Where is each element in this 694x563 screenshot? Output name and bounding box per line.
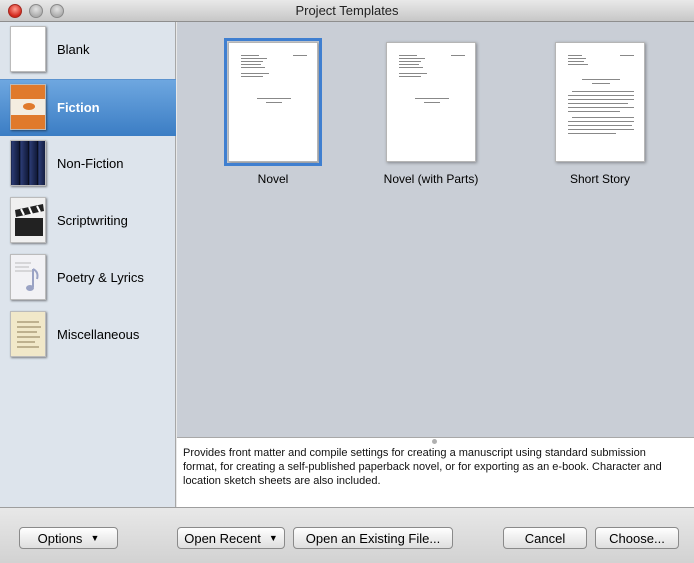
manuscript-page-icon bbox=[386, 42, 476, 162]
template-grid: Novel Novel (with Parts) Short Story bbox=[177, 22, 694, 437]
options-button-label: Options bbox=[37, 530, 83, 546]
sidebar-item-label: Poetry & Lyrics bbox=[57, 270, 144, 285]
clapperboard-icon bbox=[10, 197, 46, 243]
sidebar-item-label: Blank bbox=[57, 42, 90, 57]
sidebar-item-poetry-lyrics[interactable]: Poetry & Lyrics bbox=[0, 250, 176, 307]
template-novel-with-parts[interactable]: Novel (with Parts) bbox=[371, 42, 491, 186]
choose-button[interactable]: Choose... bbox=[595, 527, 679, 549]
sidebar-item-label: Fiction bbox=[57, 100, 100, 115]
chevron-down-icon: ▼ bbox=[90, 533, 100, 543]
sidebar-item-label: Non-Fiction bbox=[57, 156, 124, 171]
sidebar-item-blank[interactable]: Blank bbox=[0, 22, 176, 79]
sidebar-item-label: Scriptwriting bbox=[57, 213, 128, 228]
template-description: Provides front matter and compile settin… bbox=[183, 447, 662, 487]
fiction-book-icon bbox=[10, 84, 46, 130]
options-button[interactable]: Options ▼ bbox=[19, 527, 118, 549]
open-recent-label: Open Recent bbox=[184, 530, 261, 546]
window-title: Project Templates bbox=[295, 3, 399, 18]
bookshelf-icon bbox=[10, 140, 46, 186]
template-label: Short Story bbox=[569, 172, 631, 186]
open-existing-file-button[interactable]: Open an Existing File... bbox=[293, 527, 453, 549]
manuscript-page-icon bbox=[555, 42, 645, 162]
template-short-story[interactable]: Short Story bbox=[540, 42, 660, 186]
template-label: Novel (with Parts) bbox=[383, 172, 479, 186]
sidebar-item-non-fiction[interactable]: Non-Fiction bbox=[0, 136, 176, 193]
sidebar-item-miscellaneous[interactable]: Miscellaneous bbox=[0, 307, 176, 364]
manuscript-page-icon bbox=[224, 38, 322, 166]
music-note-icon bbox=[10, 254, 46, 300]
notes-page-icon bbox=[10, 311, 46, 357]
template-description-panel: Provides front matter and compile settin… bbox=[177, 437, 694, 507]
split-resize-handle[interactable] bbox=[432, 439, 437, 444]
blank-page-icon bbox=[10, 26, 46, 72]
open-recent-button[interactable]: Open Recent ▼ bbox=[177, 527, 285, 549]
bottom-toolbar: Options ▼ Open Recent ▼ Open an Existing… bbox=[0, 507, 694, 563]
template-novel[interactable]: Novel bbox=[213, 38, 333, 186]
sidebar-item-label: Miscellaneous bbox=[57, 327, 140, 342]
template-label: Novel bbox=[257, 172, 289, 186]
title-bar: Project Templates bbox=[0, 0, 694, 22]
category-sidebar: Blank Fiction Non-Fiction Scriptwriting bbox=[0, 22, 176, 507]
cancel-label: Cancel bbox=[524, 530, 566, 546]
open-existing-label: Open an Existing File... bbox=[305, 530, 441, 546]
choose-label: Choose... bbox=[609, 530, 665, 546]
chevron-down-icon: ▼ bbox=[268, 533, 278, 543]
sidebar-item-scriptwriting[interactable]: Scriptwriting bbox=[0, 193, 176, 250]
sidebar-item-fiction[interactable]: Fiction bbox=[0, 79, 176, 136]
cancel-button[interactable]: Cancel bbox=[503, 527, 587, 549]
